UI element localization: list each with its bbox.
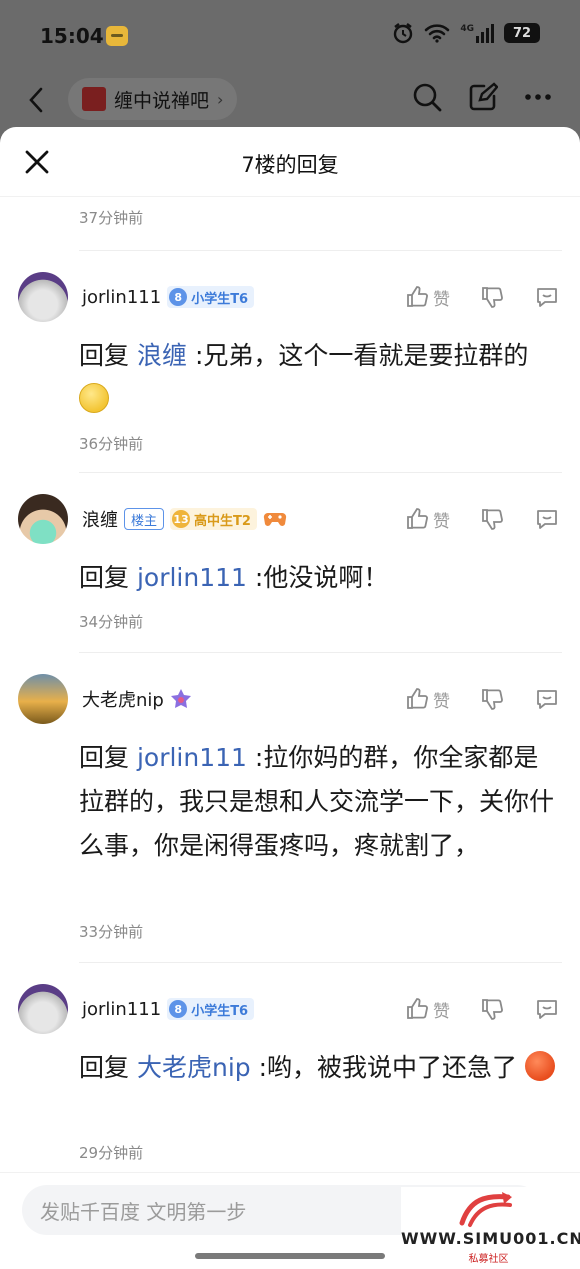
back-button[interactable] [22, 82, 50, 118]
status-time: 15:04 [40, 24, 104, 48]
like-label: 赞 [433, 691, 450, 712]
notification-app-icon [106, 26, 128, 46]
divider [79, 472, 562, 473]
network-label: 4G [460, 23, 474, 34]
previous-timestamp: 37分钟前 [79, 209, 144, 227]
comment-icon[interactable] [534, 284, 560, 310]
wifi-icon [425, 24, 450, 43]
reply-item: 大老虎nip 赞 回复 jorlin111 :拉你妈的群，你全家都是拉群的，我只… [0, 652, 580, 962]
reply-text: :他没说啊！ [254, 563, 389, 592]
watermark-text: WWW.SIMU001.CN [401, 1229, 580, 1248]
like-label: 赞 [433, 289, 450, 310]
thumbs-up-icon [407, 286, 428, 307]
watermark: WWW.SIMU001.CN 私募社区 [401, 1187, 580, 1269]
like-button[interactable]: 赞 [405, 997, 450, 1022]
reply-item: jorlin111 8 小学生T6 赞 回复 大老虎nip :哟，被我说中了还急了… [0, 962, 580, 1182]
thumbs-down-icon[interactable] [480, 285, 504, 309]
thumbs-down-icon[interactable] [480, 507, 504, 531]
avatar[interactable] [18, 984, 68, 1034]
search-icon[interactable] [412, 82, 442, 112]
like-button[interactable]: 赞 [405, 687, 450, 712]
level-number: 13 [172, 510, 191, 528]
like-button[interactable]: 赞 [405, 285, 450, 310]
thumbs-up-icon [407, 998, 428, 1019]
reply-text: :兄弟，这个一看就是要拉群的 [194, 341, 529, 370]
mention-link[interactable]: 浪缠 [137, 341, 187, 370]
thumbs-up-icon [407, 688, 428, 709]
reply-timestamp: 33分钟前 [79, 923, 144, 941]
chevron-left-icon [29, 87, 43, 113]
chevron-right-icon: › [217, 89, 224, 109]
reply-item: 浪缠 楼主 13 高中生T2 赞 回复 jorlin111 :他没说啊！ 34分钟… [0, 472, 580, 652]
reply-timestamp: 36分钟前 [79, 435, 144, 453]
top-nav: 缠中说禅吧 › [0, 72, 580, 128]
watermark-subtext: 私募社区 [468, 1254, 509, 1265]
reply-timestamp: 34分钟前 [79, 613, 144, 631]
comment-icon[interactable] [534, 996, 560, 1022]
owner-badge: 楼主 [124, 508, 165, 530]
game-controller-icon [263, 512, 287, 526]
status-bar: 15:04 4G 72 [0, 0, 580, 72]
angry-emoji-icon [524, 1051, 555, 1081]
comment-icon[interactable] [534, 506, 560, 532]
thumbs-up-icon [407, 508, 428, 529]
avatar[interactable] [18, 494, 68, 544]
reply-prefix: 回复 [79, 563, 130, 592]
sheet-title: 7楼的回复 [241, 153, 339, 177]
watermark-logo [459, 1192, 512, 1227]
username[interactable]: jorlin111 [82, 287, 161, 308]
reply-prefix: 回复 [79, 1053, 130, 1082]
mention-link[interactable]: jorlin111 [137, 743, 247, 772]
divider [79, 652, 562, 653]
level-badge: 8 小学生T6 [167, 998, 255, 1020]
username[interactable]: 浪缠 [82, 506, 118, 532]
reply-body: 回复 jorlin111 :他没说啊！ [79, 556, 556, 600]
alarm-icon [394, 23, 413, 44]
like-label: 赞 [433, 1001, 450, 1022]
avatar[interactable] [18, 272, 68, 322]
forum-logo [82, 87, 106, 111]
signal-icon: 4G [460, 23, 494, 43]
like-label: 赞 [433, 511, 450, 532]
like-button[interactable]: 赞 [405, 507, 450, 532]
avatar[interactable] [18, 674, 68, 724]
level-number: 8 [169, 1000, 188, 1018]
star-badge-icon [170, 689, 191, 708]
smile-emoji-icon [79, 383, 109, 413]
level-title: 高中生T2 [194, 513, 251, 529]
mention-link[interactable]: 大老虎nip [137, 1053, 251, 1082]
comment-icon[interactable] [534, 686, 560, 712]
reply-timestamp: 29分钟前 [79, 1144, 144, 1162]
reply-prefix: 回复 [79, 743, 130, 772]
more-icon[interactable] [524, 93, 552, 101]
reply-body: 回复 大老虎nip :哟，被我说中了还急了 [79, 1046, 556, 1090]
replies-sheet: 7楼的回复 37分钟前 jorlin111 8 小学生T6 赞 回复 浪缠 :兄弟… [0, 127, 580, 1269]
bottom-bar: 发贴千百度 文明第一步 WWW.SIMU001.CN 私募社区 [0, 1172, 580, 1269]
level-title: 小学生T6 [191, 1003, 249, 1019]
level-number: 8 [169, 288, 188, 306]
divider [79, 962, 562, 963]
reply-body: 回复 jorlin111 :拉你妈的群，你全家都是拉群的，我只是想和人交流学一下… [79, 736, 556, 868]
sheet-header: 7楼的回复 [0, 127, 580, 197]
reply-text: :哟，被我说中了还急了 [258, 1053, 518, 1082]
divider [79, 250, 562, 251]
thumbs-down-icon[interactable] [480, 687, 504, 711]
username[interactable]: 大老虎nip [82, 686, 164, 712]
reply-body: 回复 浪缠 :兄弟，这个一看就是要拉群的 [79, 334, 556, 422]
level-badge: 8 小学生T6 [167, 286, 255, 308]
edit-icon[interactable] [468, 82, 498, 112]
forum-link[interactable]: 缠中说禅吧 › [68, 78, 238, 120]
username[interactable]: jorlin111 [82, 999, 161, 1020]
level-title: 小学生T6 [191, 291, 249, 307]
reply-prefix: 回复 [79, 341, 130, 370]
forum-name: 缠中说禅吧 [114, 89, 210, 112]
thumbs-down-icon[interactable] [480, 997, 504, 1021]
mention-link[interactable]: jorlin111 [137, 563, 247, 592]
reply-item: jorlin111 8 小学生T6 赞 回复 浪缠 :兄弟，这个一看就是要拉群的 … [0, 250, 580, 472]
battery-icon: 72 [504, 23, 540, 43]
home-indicator[interactable] [195, 1253, 385, 1259]
level-badge: 13 高中生T2 [170, 508, 257, 530]
